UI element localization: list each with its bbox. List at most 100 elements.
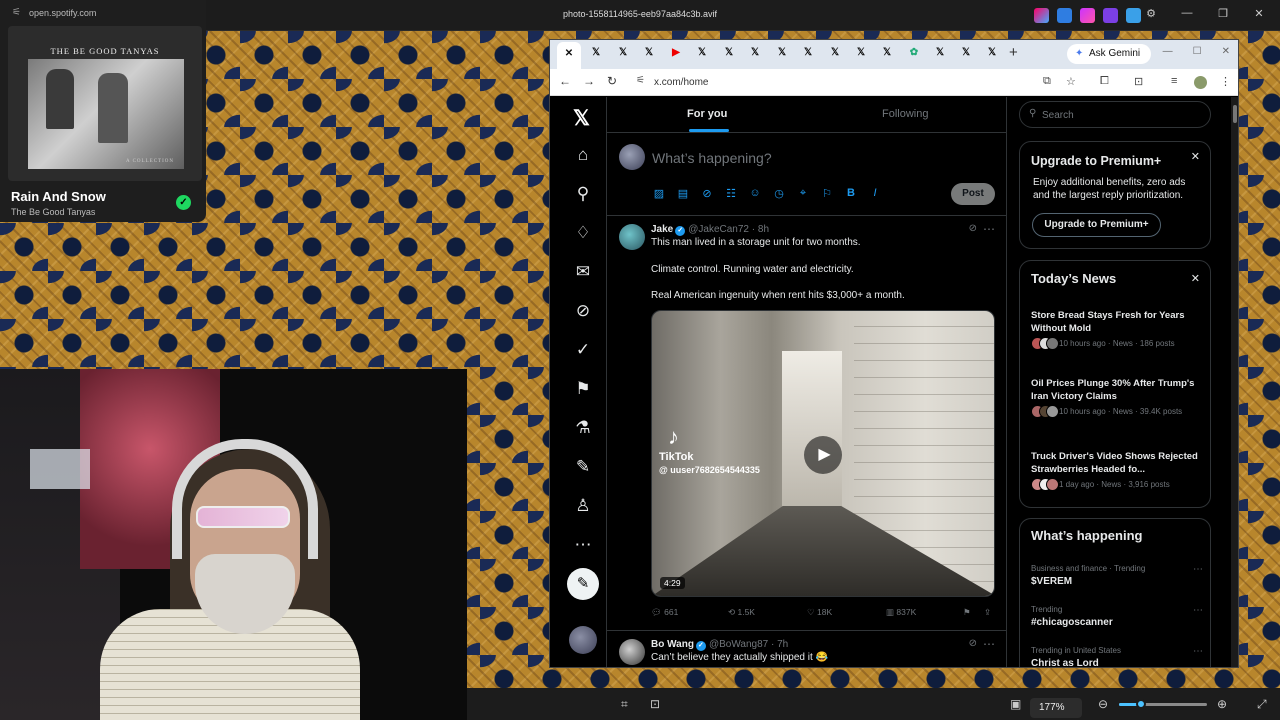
profile-icon[interactable]: ♙ [570, 496, 596, 518]
image-icon[interactable]: ▨ [653, 187, 665, 200]
tab-x[interactable]: 𝕏 [800, 46, 816, 60]
menu-icon[interactable]: ⋮ [1220, 75, 1231, 88]
maximize-icon[interactable]: ❐ [1216, 7, 1230, 20]
tab-x[interactable]: 𝕏 [774, 46, 790, 60]
clipchamp-icon[interactable] [1103, 8, 1118, 23]
reply-action[interactable]: 💬︎ 661 [651, 607, 678, 618]
more-options-icon[interactable]: ⋯ [983, 637, 995, 651]
x-logo-icon[interactable]: 𝕏 [573, 106, 590, 131]
grok-icon[interactable]: ⊘ [701, 187, 713, 200]
scrollbar-thumb[interactable] [1233, 105, 1237, 123]
bookmark-star-icon[interactable]: ☆ [1066, 75, 1076, 88]
new-tab-button[interactable]: + [1009, 44, 1018, 61]
tab-search-icon[interactable]: ⊡ [1134, 75, 1143, 88]
close-icon[interactable]: ✕ [1252, 7, 1266, 20]
gif-icon[interactable]: ▤ [677, 187, 689, 200]
trend-item[interactable]: Trending #chicagoscanner ⋯ [1031, 605, 1203, 628]
news-item[interactable]: Store Bread Stays Fresh for Years Withou… [1031, 309, 1203, 350]
news-item[interactable]: Oil Prices Plunge 30% After Trump's Iran… [1031, 377, 1203, 418]
emoji-icon[interactable]: ☺ [749, 187, 761, 200]
zoom-out-icon[interactable]: ⊖ [1098, 697, 1108, 711]
track-artist[interactable]: The Be Good Tanyas [11, 207, 95, 217]
bold-icon[interactable]: B [845, 187, 857, 200]
views-action[interactable]: ▥ 837K [886, 607, 916, 618]
more-options-icon[interactable]: ⋯ [1193, 646, 1203, 657]
compose-post-button[interactable]: ✎ [567, 568, 599, 600]
address-bar[interactable]: ⚟ x.com/home [628, 72, 1088, 93]
copilot-icon[interactable] [1034, 8, 1049, 23]
ask-gemini-button[interactable]: Ask Gemini [1067, 44, 1151, 64]
profile-avatar[interactable] [1194, 76, 1207, 89]
tab-x[interactable]: 𝕏 [984, 46, 1000, 60]
notifications-bell-icon[interactable]: ♢ [570, 223, 596, 245]
fullscreen-icon[interactable]: ⤢ [1257, 697, 1267, 712]
articles-icon[interactable]: ✎ [570, 457, 596, 479]
tab-butterfly[interactable]: ✿ [906, 46, 922, 60]
tab-x-active[interactable]: ✕ [557, 42, 581, 69]
like-action[interactable]: ♡ 18K [807, 607, 832, 618]
grok-explain-icon[interactable]: ⊘ [969, 638, 977, 649]
back-icon[interactable]: ← [559, 74, 571, 88]
close-icon[interactable]: ✕ [1222, 46, 1230, 57]
composer-input[interactable]: What’s happening? [652, 150, 772, 166]
minimize-icon[interactable]: — [1163, 46, 1173, 57]
jobs-icon[interactable]: ⚗ [570, 418, 596, 440]
tab-x[interactable]: 𝕏 [588, 46, 604, 60]
tab-for-you[interactable]: For you [687, 108, 727, 120]
tab-x[interactable]: 𝕏 [879, 46, 895, 60]
zoom-slider[interactable] [1119, 699, 1207, 709]
tweet-author-avatar[interactable] [619, 639, 645, 665]
schedule-icon[interactable]: ◷ [773, 187, 785, 200]
designer-icon[interactable] [1080, 8, 1095, 23]
more-options-icon[interactable]: ⋯ [983, 222, 995, 236]
tab-x[interactable]: 𝕏 [853, 46, 869, 60]
tab-x[interactable]: 𝕏 [615, 46, 631, 60]
tab-x[interactable]: 𝕏 [747, 46, 763, 60]
more-options-icon[interactable]: ⋯ [1193, 605, 1203, 616]
tab-youtube[interactable]: ▶ [668, 46, 684, 60]
tweet-author-avatar[interactable] [619, 224, 645, 250]
tweet[interactable]: Jake ✓ @JakeCan72 · 8h ⊘ ⋯ This man lived … [607, 215, 1007, 625]
messages-icon[interactable]: ✉ [570, 262, 596, 284]
bookmarks-icon[interactable]: ⚑ [570, 379, 596, 401]
tweet-video[interactable]: ♪ TikTok @ uuser7682654544335 ▶ 4:29 [651, 310, 995, 597]
maximize-icon[interactable]: ☐ [1193, 46, 1202, 57]
track-title[interactable]: Rain And Snow [11, 189, 106, 204]
tab-x[interactable]: 𝕏 [932, 46, 948, 60]
close-icon[interactable]: ✕ [1191, 150, 1200, 163]
media-icon[interactable]: ≡ [1171, 75, 1177, 87]
grok-explain-icon[interactable]: ⊘ [969, 223, 977, 234]
reload-icon[interactable]: ↻ [607, 74, 617, 88]
cloud-icon[interactable] [1126, 8, 1141, 23]
tab-x[interactable]: 𝕏 [958, 46, 974, 60]
flag-icon[interactable]: ⚐ [821, 187, 833, 200]
crop-icon[interactable]: ⌗ [621, 697, 628, 712]
account-avatar[interactable] [569, 626, 597, 654]
minimize-icon[interactable]: — [1180, 7, 1194, 20]
page-scrollbar[interactable] [1231, 97, 1238, 667]
tab-x[interactable]: 𝕏 [827, 46, 843, 60]
bookmark-icon[interactable]: ⚑ [963, 607, 971, 618]
extensions-icon[interactable]: ⧠ [1100, 75, 1109, 88]
trend-item[interactable]: Business and finance · Trending $VEREM ⋯ [1031, 564, 1203, 587]
address-text[interactable]: x.com/home [654, 77, 708, 88]
tab-x[interactable]: 𝕏 [721, 46, 737, 60]
tweet-author[interactable]: Jake ✓ @JakeCan72 · 8h [651, 224, 769, 236]
edit-icon[interactable] [1057, 8, 1072, 23]
zoom-in-icon[interactable]: ⊕ [1217, 697, 1227, 711]
play-icon[interactable]: ▶ [804, 436, 842, 474]
trend-item[interactable]: Trending in United States Christ as Lord… [1031, 646, 1203, 667]
grok-icon[interactable]: ⊘ [570, 301, 596, 323]
repost-action[interactable]: ⟲ 1.5K [728, 607, 755, 618]
install-icon[interactable]: ⧉ [1043, 75, 1051, 88]
share-icon[interactable]: ⇪ [984, 607, 991, 618]
fit-screen-icon[interactable]: ▣ [1010, 697, 1021, 711]
forward-icon[interactable]: → [583, 74, 595, 88]
search-input[interactable]: ⚲ Search [1019, 101, 1211, 128]
tweet-author-name[interactable]: Jake [651, 224, 673, 235]
tweet-handle-time[interactable]: @BoWang87 · 7h [709, 639, 788, 650]
zoom-level[interactable]: 177% [1030, 698, 1082, 718]
post-button[interactable]: Post [951, 183, 995, 205]
upgrade-premium-button[interactable]: Upgrade to Premium+ [1032, 213, 1161, 237]
tweet-author-name[interactable]: Bo Wang [651, 639, 694, 650]
